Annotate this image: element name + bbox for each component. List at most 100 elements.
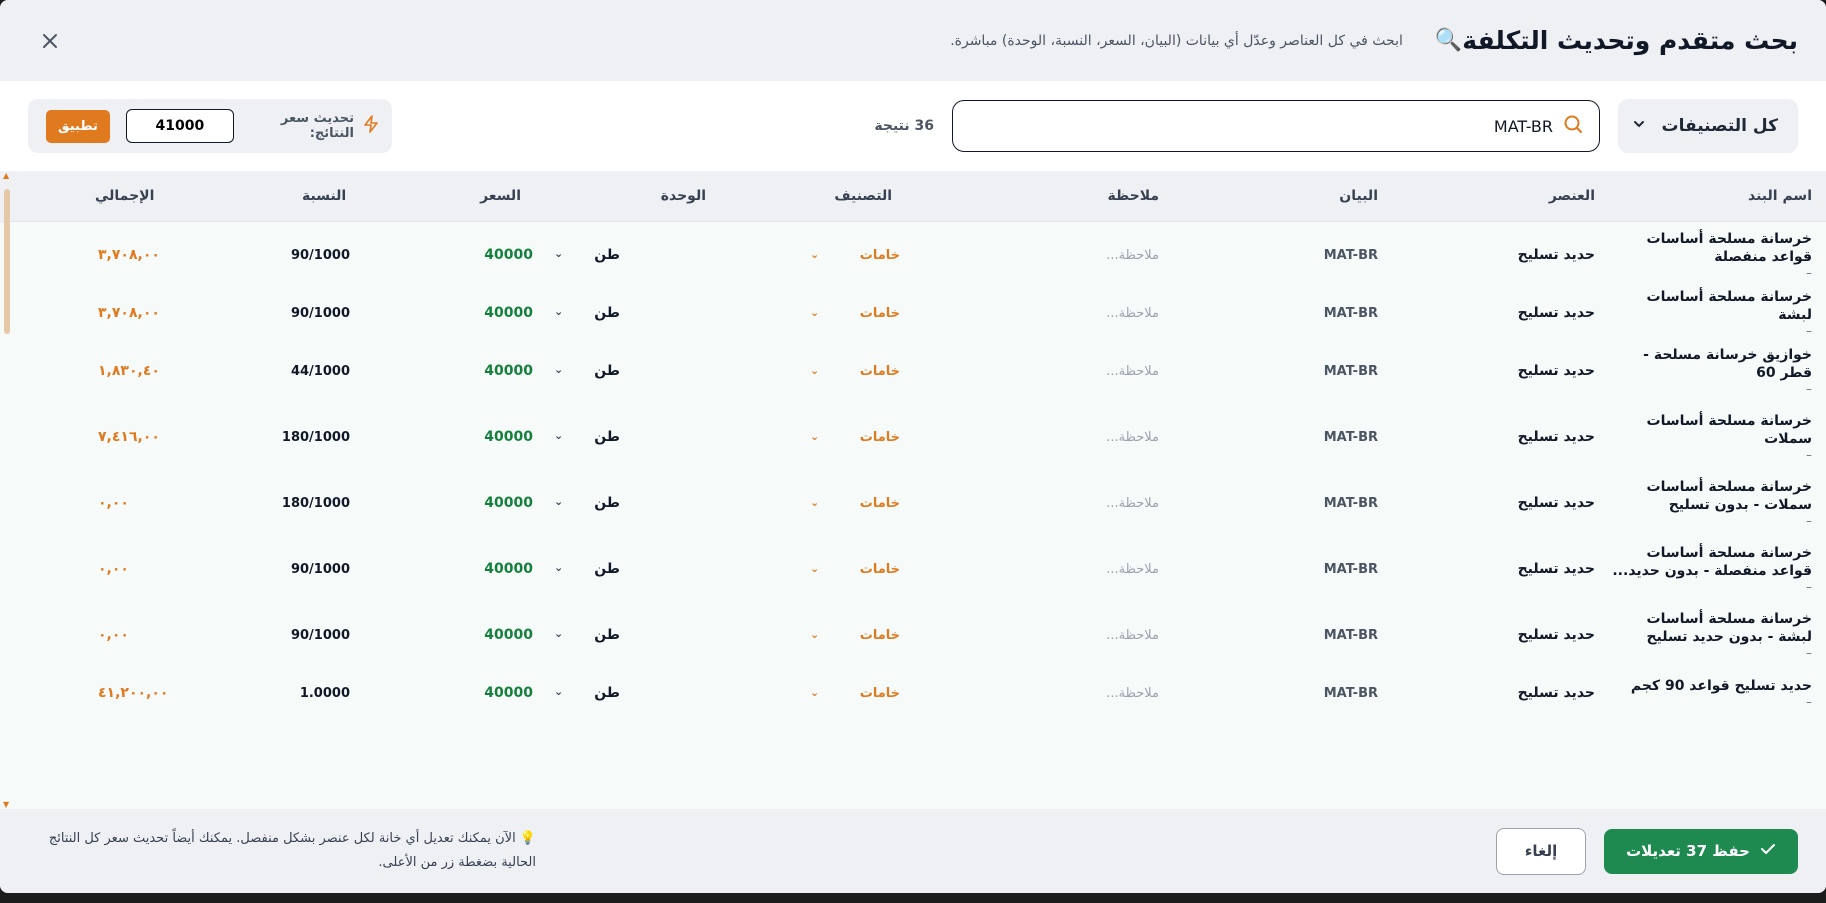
chevron-down-icon: ⌄ — [554, 305, 564, 318]
row-unit-select[interactable]: طن ⌄ — [554, 247, 620, 263]
row-ratio-field[interactable]: 180/1000 — [250, 496, 350, 511]
row-unit-select[interactable]: طن ⌄ — [554, 495, 620, 511]
row-price-field[interactable]: 40000 — [484, 685, 533, 701]
row-note-field[interactable]: ملاحظة... — [1106, 430, 1159, 445]
row-description[interactable]: MAT-BR — [1324, 248, 1378, 263]
table-row[interactable]: حديد تسليح قواعد 90 كجم – حديد تسليح MAT-BR… — [0, 668, 1826, 718]
search-input[interactable] — [969, 116, 1553, 136]
row-note-field[interactable]: ملاحظة... — [1106, 686, 1159, 701]
row-price-field[interactable]: 40000 — [484, 561, 533, 577]
category-value: خامات — [859, 429, 900, 445]
vertical-scrollbar[interactable]: ▲ ▼ — [3, 171, 10, 809]
row-description[interactable]: MAT-BR — [1324, 628, 1378, 643]
item-subtext: – — [1806, 324, 1812, 338]
row-category-select[interactable]: خامات ⌄ — [810, 430, 900, 445]
category-value: خامات — [859, 495, 900, 511]
column-header-category: التصنيف — [834, 188, 892, 204]
chevron-down-icon: ⌄ — [810, 685, 820, 699]
row-note-field[interactable]: ملاحظة... — [1106, 306, 1159, 321]
table-row[interactable]: خرسانة مسلحة أساسات قواعد منفصلة - بدون … — [0, 536, 1826, 602]
row-item-name[interactable]: خرسانة مسلحة أساسات لبشة – — [1612, 288, 1812, 338]
category-filter-value: كل التصنيفات — [1661, 116, 1778, 136]
row-category-select[interactable]: خامات ⌄ — [810, 364, 900, 379]
table-row[interactable]: خرسانة مسلحة أساسات سملات – حديد تسليح MAT-… — [0, 404, 1826, 470]
row-ratio-field[interactable]: 90/1000 — [250, 248, 350, 263]
row-item-name[interactable]: حديد تسليح قواعد 90 كجم – — [1612, 677, 1812, 709]
table-row[interactable]: خوازيق خرسانة مسلحة - قطر 60– حديد تسليح M… — [0, 338, 1826, 404]
row-ratio-field[interactable]: 44/1000 — [250, 364, 350, 379]
row-price-field[interactable]: 40000 — [484, 429, 533, 445]
row-description[interactable]: MAT-BR — [1324, 496, 1378, 511]
search-icon — [1563, 114, 1583, 138]
row-item-name[interactable]: خرسانة مسلحة أساسات لبشة - بدون حديد تسل… — [1612, 610, 1812, 660]
scroll-up-icon[interactable]: ▲ — [3, 171, 9, 180]
row-element[interactable]: حديد تسليح — [1518, 627, 1595, 643]
row-item-name[interactable]: خرسانة مسلحة أساسات سملات – — [1612, 412, 1812, 462]
row-category-select[interactable]: خامات ⌄ — [810, 306, 900, 321]
row-price-field[interactable]: 40000 — [484, 305, 533, 321]
row-unit-select[interactable]: طن ⌄ — [554, 627, 620, 643]
apply-button[interactable]: تطبيق — [46, 109, 110, 143]
row-unit-select[interactable]: طن ⌄ — [554, 429, 620, 445]
row-description[interactable]: MAT-BR — [1324, 430, 1378, 445]
row-price-field[interactable]: 40000 — [484, 627, 533, 643]
chevron-down-icon: ⌄ — [554, 247, 564, 260]
row-category-select[interactable]: خامات ⌄ — [810, 686, 900, 701]
row-price-field[interactable]: 40000 — [484, 247, 533, 263]
row-element[interactable]: حديد تسليح — [1518, 247, 1595, 263]
column-header-ratio: النسبة — [302, 188, 347, 204]
bulk-price-input[interactable] — [125, 109, 234, 143]
table-row[interactable]: خرسانة مسلحة أساسات سملات - بدون تسليح – ح… — [0, 470, 1826, 536]
row-element[interactable]: حديد تسليح — [1518, 363, 1595, 379]
row-note-field[interactable]: ملاحظة... — [1106, 562, 1159, 577]
row-element[interactable]: حديد تسليح — [1518, 305, 1595, 321]
item-subtext: – — [1806, 448, 1812, 462]
scrollbar-thumb[interactable] — [4, 189, 10, 334]
table-row[interactable]: خرسانة مسلحة أساسات لبشة – حديد تسليح MAT-B… — [0, 288, 1826, 338]
row-ratio-field[interactable]: 90/1000 — [250, 306, 350, 321]
row-element[interactable]: حديد تسليح — [1518, 561, 1595, 577]
row-category-select[interactable]: خامات ⌄ — [810, 562, 900, 577]
item-subtext: – — [1806, 580, 1812, 594]
row-ratio-field[interactable]: 90/1000 — [250, 628, 350, 643]
row-unit-select[interactable]: طن ⌄ — [554, 363, 620, 379]
save-button[interactable]: حفظ 37 تعديلات — [1604, 828, 1798, 874]
row-item-name[interactable]: خرسانة مسلحة أساسات سملات - بدون تسليح – — [1612, 478, 1812, 528]
row-description[interactable]: MAT-BR — [1324, 686, 1378, 701]
row-unit-select[interactable]: طن ⌄ — [554, 685, 620, 701]
row-unit-select[interactable]: طن ⌄ — [554, 561, 620, 577]
row-item-name[interactable]: خرسانة مسلحة أساسات قواعد منفصلة – — [1612, 230, 1812, 280]
row-note-field[interactable]: ملاحظة... — [1106, 496, 1159, 511]
row-price-field[interactable]: 40000 — [484, 495, 533, 511]
row-ratio-field[interactable]: 1.0000 — [250, 686, 350, 701]
table-row[interactable]: خرسانة مسلحة أساسات قواعد منفصلة – حديد تس… — [0, 222, 1826, 288]
row-element[interactable]: حديد تسليح — [1518, 685, 1595, 701]
row-item-name[interactable]: خوازيق خرسانة مسلحة - قطر 60– — [1612, 346, 1812, 396]
row-ratio-field[interactable]: 90/1000 — [250, 562, 350, 577]
row-category-select[interactable]: خامات ⌄ — [810, 496, 900, 511]
row-description[interactable]: MAT-BR — [1324, 364, 1378, 379]
chevron-down-icon: ⌄ — [810, 429, 820, 443]
row-note-field[interactable]: ملاحظة... — [1106, 628, 1159, 643]
category-filter-select[interactable]: كل التصنيفات — [1618, 99, 1798, 153]
cancel-button-label: إلغاء — [1524, 842, 1558, 860]
row-description[interactable]: MAT-BR — [1324, 306, 1378, 321]
row-description[interactable]: MAT-BR — [1324, 562, 1378, 577]
row-ratio-field[interactable]: 180/1000 — [250, 430, 350, 445]
item-name-text: خرسانة مسلحة أساسات سملات — [1646, 413, 1812, 447]
row-total: ٠,٠٠ — [98, 627, 129, 643]
row-element[interactable]: حديد تسليح — [1518, 429, 1595, 445]
row-note-field[interactable]: ملاحظة... — [1106, 364, 1159, 379]
scroll-down-icon[interactable]: ▼ — [3, 800, 9, 809]
lightning-icon — [362, 115, 380, 137]
close-icon[interactable] — [36, 27, 64, 55]
row-note-field[interactable]: ملاحظة... — [1106, 248, 1159, 263]
row-item-name[interactable]: خرسانة مسلحة أساسات قواعد منفصلة - بدون … — [1612, 544, 1812, 594]
table-row[interactable]: خرسانة مسلحة أساسات لبشة - بدون حديد تسل… — [0, 602, 1826, 668]
row-price-field[interactable]: 40000 — [484, 363, 533, 379]
row-category-select[interactable]: خامات ⌄ — [810, 628, 900, 643]
row-unit-select[interactable]: طن ⌄ — [554, 305, 620, 321]
row-element[interactable]: حديد تسليح — [1518, 495, 1595, 511]
row-category-select[interactable]: خامات ⌄ — [810, 248, 900, 263]
cancel-button[interactable]: إلغاء — [1496, 827, 1586, 875]
